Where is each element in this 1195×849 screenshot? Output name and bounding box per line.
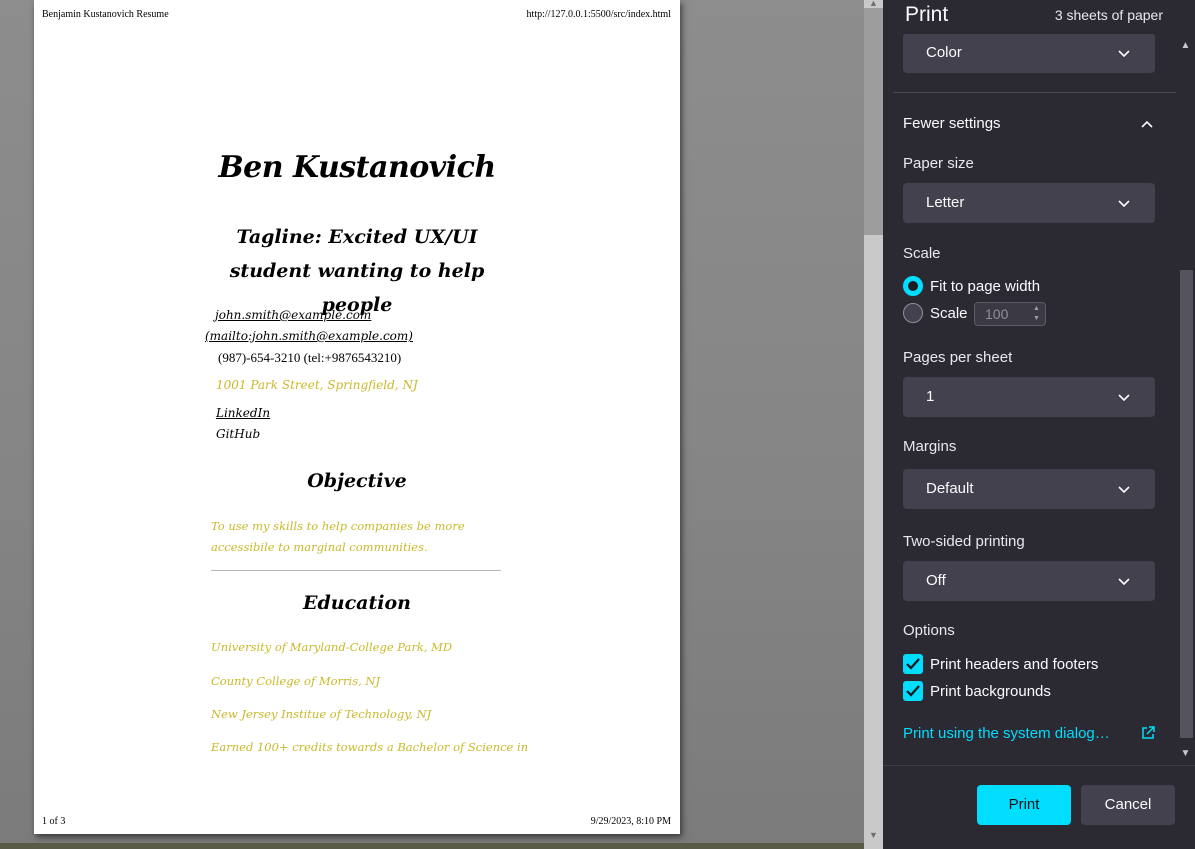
objective-text: To use my skills to help companies be mo… — [211, 519, 465, 554]
preview-scroll-thumb[interactable] — [864, 8, 883, 235]
resume-email: john.smith@example.com — [215, 308, 372, 322]
section-divider — [211, 570, 501, 571]
fit-to-width-label[interactable]: Fit to page width — [930, 278, 1040, 295]
paper-size-label: Paper size — [903, 155, 974, 172]
page-header-title: Benjamin Kustanovich Resume — [42, 9, 169, 20]
chevron-down-icon — [1118, 394, 1130, 402]
education-item: New Jersey Institue of Technology, NJ — [211, 707, 432, 721]
scroll-down-icon[interactable]: ▼ — [864, 828, 883, 842]
scale-input[interactable]: 100 ▲ ▼ — [974, 302, 1046, 326]
checkmark-icon — [906, 658, 920, 670]
fit-to-width-radio[interactable] — [903, 276, 923, 296]
page-header-url: http://127.0.0.1:5500/src/index.html — [526, 9, 671, 20]
chevron-down-icon — [1118, 486, 1130, 494]
panel-title: Print — [905, 3, 949, 26]
system-dialog-link[interactable]: Print using the system dialog… — [903, 725, 1110, 742]
scroll-up-icon[interactable]: ▲ — [1178, 38, 1193, 54]
custom-scale-label[interactable]: Scale — [930, 305, 968, 322]
headers-footers-checkbox[interactable] — [903, 654, 923, 674]
window-bottom-strip — [0, 843, 864, 849]
panel-scroll-thumb[interactable] — [1180, 270, 1193, 738]
resume-phone: (987)-654-3210 (tel:+9876543210) — [218, 350, 402, 365]
headers-footers-label[interactable]: Print headers and footers — [930, 656, 1098, 673]
pages-per-sheet-label: Pages per sheet — [903, 349, 1013, 366]
resume-name: Ben Kustanovich — [218, 150, 496, 185]
scale-label: Scale — [903, 245, 941, 262]
chevron-down-icon — [1118, 200, 1130, 208]
resume-linkedin: LinkedIn — [216, 406, 271, 420]
education-item: University of Maryland-College Park, MD — [211, 640, 453, 654]
resume-address: 1001 Park Street, Springfield, NJ — [216, 378, 418, 392]
objective-heading: Objective — [307, 470, 407, 492]
pages-per-sheet-value: 1 — [926, 388, 935, 405]
color-mode-value: Color — [926, 44, 962, 61]
chevron-down-icon — [1118, 50, 1130, 58]
sheet-count: 3 sheets of paper — [1054, 7, 1163, 23]
section-divider — [893, 92, 1181, 93]
preview-scrollbar[interactable]: ▲ ▼ — [864, 0, 883, 849]
page-footer-date: 9/29/2023, 8:10 PM — [590, 816, 671, 827]
fewer-settings-toggle[interactable]: Fewer settings — [903, 115, 1001, 132]
settings-scroll-area: Color Fewer settings Paper size Letter S… — [883, 34, 1195, 765]
options-label: Options — [903, 622, 955, 639]
print-settings-panel: Print 3 sheets of paper Color Fewer sett… — [883, 0, 1195, 849]
education-heading: Education — [303, 592, 411, 614]
external-link-icon[interactable] — [1140, 725, 1156, 741]
pages-per-sheet-select[interactable]: 1 — [903, 377, 1155, 417]
education-item: County College of Morris, NJ — [211, 674, 381, 688]
resume-mailto: (mailto:john.smith@example.com) — [205, 329, 413, 343]
chevron-down-icon — [1118, 578, 1130, 586]
cancel-button[interactable]: Cancel — [1081, 785, 1175, 825]
paper-size-select[interactable]: Letter — [903, 183, 1155, 223]
page-footer-count: 1 of 3 — [42, 816, 66, 827]
scale-input-value: 100 — [985, 306, 1009, 322]
paper-size-value: Letter — [926, 194, 965, 211]
margins-select[interactable]: Default — [903, 469, 1155, 509]
margins-value: Default — [926, 480, 974, 497]
margins-label: Margins — [903, 438, 957, 455]
custom-scale-radio[interactable] — [903, 303, 923, 323]
backgrounds-label[interactable]: Print backgrounds — [930, 683, 1051, 700]
preview-page: Benjamin Kustanovich Resume http://127.0… — [34, 0, 680, 834]
resume-tagline: Tagline: Excited UX/UI student wanting t… — [229, 226, 485, 316]
panel-scrollbar[interactable]: ▲ ▼ — [1176, 34, 1195, 765]
two-sided-label: Two-sided printing — [903, 533, 1025, 550]
chevron-up-icon[interactable] — [1140, 117, 1154, 131]
education-item: Earned 100+ credits towards a Bachelor o… — [211, 740, 529, 754]
checkmark-icon — [906, 685, 920, 697]
panel-footer: Print Cancel — [883, 765, 1195, 849]
resume-github: GitHub — [216, 427, 261, 441]
scroll-down-icon[interactable]: ▼ — [1178, 746, 1193, 762]
two-sided-value: Off — [926, 572, 946, 589]
print-button[interactable]: Print — [977, 785, 1071, 825]
backgrounds-checkbox[interactable] — [903, 681, 923, 701]
color-mode-select[interactable]: Color — [903, 34, 1155, 73]
scale-stepper-icon[interactable]: ▲ ▼ — [1030, 304, 1043, 324]
two-sided-select[interactable]: Off — [903, 561, 1155, 601]
print-preview-area: Benjamin Kustanovich Resume http://127.0… — [0, 0, 864, 849]
